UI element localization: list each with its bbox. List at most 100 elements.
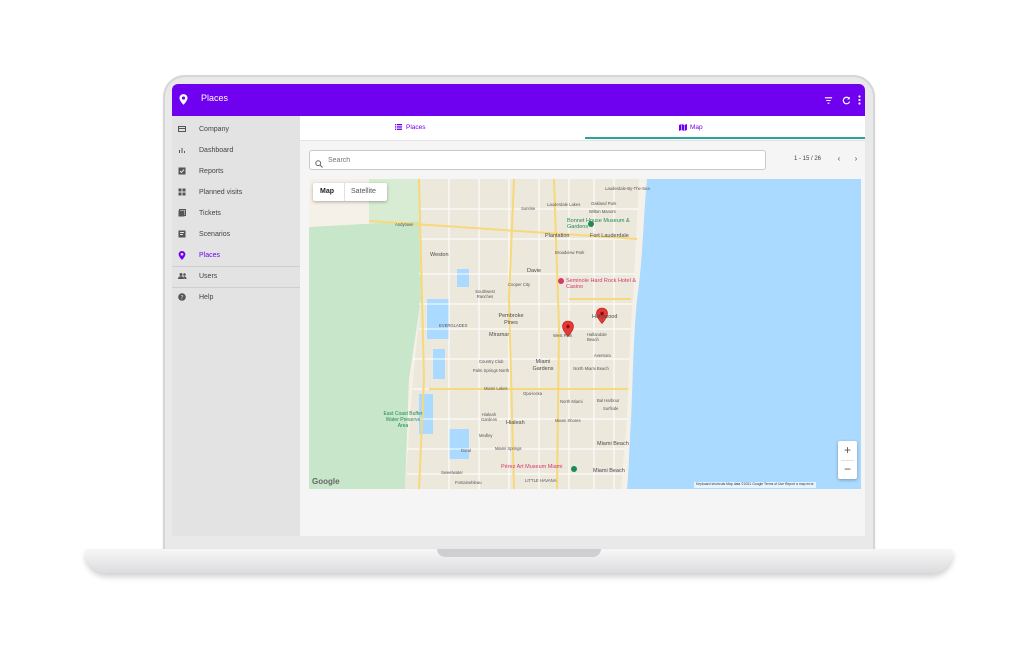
- sidebar-item-label: Company: [199, 126, 229, 133]
- pagination-range: 1 - 15 / 26: [794, 156, 822, 162]
- map-type-control: Map Satellite: [313, 183, 387, 201]
- map-label: Southwest Ranches: [475, 289, 495, 299]
- map-label: Bal Harbour: [597, 398, 620, 403]
- sidebar-item-planned-visits[interactable]: Planned visits: [172, 182, 300, 203]
- map-label: Miramar: [489, 332, 510, 338]
- refresh-icon[interactable]: [842, 92, 851, 110]
- zoom-in-button[interactable]: +: [838, 441, 857, 460]
- sidebar-item-reports[interactable]: Reports: [172, 161, 300, 182]
- sidebar-item-label: Tickets: [199, 210, 221, 217]
- main-content: Places Map 1 - 15 / 26 ‹ ›: [300, 116, 865, 536]
- tab-bar: Places Map: [300, 116, 865, 141]
- map-view[interactable]: Lauderdale-By-The-Sea Oakland Park Sunri…: [309, 179, 861, 489]
- map-type-map-button[interactable]: Map: [320, 188, 334, 195]
- app-screen: Places Company Dashboard Reports Planned…: [172, 84, 865, 536]
- tab-places[interactable]: Places: [300, 116, 582, 140]
- map-label: LITTLE HAVANA: [525, 478, 557, 483]
- sidebar-item-label: Users: [199, 273, 218, 280]
- poi-seminole: [558, 278, 564, 284]
- users-icon: [178, 272, 187, 280]
- checkbox-icon: [178, 167, 186, 175]
- map-label: Sweetwater: [441, 470, 463, 475]
- map-label: EVERGLADES: [439, 323, 468, 328]
- map-attribution[interactable]: Keyboard shortcuts Map data ©2021 Google…: [694, 482, 816, 488]
- map-type-satellite-button[interactable]: Satellite: [351, 188, 376, 195]
- map-label: Lauderdale-By-The-Sea: [605, 186, 650, 191]
- map-label: Miami Springs: [495, 446, 522, 451]
- laptop-notch: [437, 549, 601, 557]
- chevron-left-icon[interactable]: ‹: [834, 154, 844, 164]
- map-label: North Miami Beach: [573, 366, 609, 371]
- map-label: Country Club: [479, 359, 504, 364]
- map-label: Palm Springs North: [472, 368, 510, 373]
- location-pin-icon: [179, 92, 188, 110]
- map-label: Medley: [479, 433, 493, 438]
- svg-text:?: ?: [180, 294, 183, 301]
- search-box[interactable]: [309, 150, 766, 170]
- poi-perez: [571, 466, 577, 472]
- map-label: Miami Lakes: [484, 386, 508, 391]
- map-label: East Coast Buffer Water Preserve Area: [383, 411, 423, 429]
- tab-label: Places: [406, 124, 426, 131]
- map-label: Surfside: [603, 406, 619, 411]
- sidebar-item-tickets[interactable]: Tickets: [172, 203, 300, 224]
- map-label: Doral: [461, 448, 472, 453]
- sidebar-item-places[interactable]: Places: [172, 245, 300, 266]
- list-icon: [395, 124, 402, 132]
- map-label: Fort Lauderdale: [590, 233, 629, 239]
- map-label: West Park: [553, 333, 573, 338]
- map-type-divider: [344, 183, 345, 201]
- map-icon: [679, 124, 687, 133]
- sidebar-item-label: Reports: [199, 168, 224, 175]
- sidebar-item-label: Dashboard: [199, 147, 234, 154]
- search-input[interactable]: [326, 153, 750, 168]
- more-vert-icon[interactable]: [858, 92, 861, 110]
- map-label: Sunrise: [521, 206, 536, 211]
- map-label: Lauderdale Lakes: [547, 202, 581, 207]
- map-label: Oakland Park: [591, 201, 617, 206]
- grid-icon: [178, 188, 186, 196]
- map-label: Hialeah Gardens: [480, 412, 498, 422]
- chevron-right-icon[interactable]: ›: [851, 154, 861, 164]
- sidebar-item-help[interactable]: ? Help: [172, 287, 300, 308]
- map-label: Cooper City: [508, 282, 531, 287]
- map-label: North Miami: [560, 399, 583, 404]
- zoom-control: + −: [838, 441, 857, 479]
- page-title: Places: [201, 93, 229, 103]
- map-label: Bonnet House Museum & Gardens: [567, 218, 630, 230]
- scenario-icon: [178, 230, 186, 238]
- sidebar: Company Dashboard Reports Planned visits…: [172, 116, 300, 536]
- help-icon: ?: [178, 293, 186, 301]
- map-label: Miami Beach: [593, 468, 625, 474]
- sidebar-item-label: Places: [199, 252, 221, 259]
- map-label: Opa-locka: [523, 391, 543, 396]
- map-label: Andytown: [395, 222, 414, 227]
- sidebar-item-dashboard[interactable]: Dashboard: [172, 140, 300, 161]
- map-label: Fontainebleau: [455, 480, 482, 485]
- google-logo: Google: [312, 477, 340, 486]
- app-bar: Places: [172, 84, 865, 116]
- map-label: Pembroke Pines: [498, 313, 524, 326]
- map-label: Plantation: [545, 233, 570, 239]
- filter-icon[interactable]: [824, 92, 833, 110]
- map-label: Broadview Park: [555, 250, 585, 255]
- sidebar-item-users[interactable]: Users: [172, 266, 300, 287]
- map-label: Hollywood: [592, 314, 618, 320]
- search-icon: [315, 155, 323, 173]
- chart-icon: [178, 146, 186, 154]
- sidebar-item-label: Planned visits: [199, 189, 243, 196]
- map-label: Hialeah: [506, 420, 525, 426]
- sidebar-item-label: Scenarios: [199, 231, 231, 238]
- active-tab-indicator: [585, 137, 865, 139]
- map-label: Wilton Manors: [589, 209, 616, 214]
- map-label: Seminole Hard Rock Hotel & Casino: [566, 278, 637, 290]
- card-icon: [178, 125, 186, 133]
- map-label: Miami Beach: [597, 441, 629, 447]
- pin-icon: [178, 251, 186, 260]
- sidebar-item-scenarios[interactable]: Scenarios: [172, 224, 300, 245]
- tab-label: Map: [690, 124, 703, 131]
- map-label: Aventura: [594, 353, 611, 358]
- sidebar-item-company[interactable]: Company: [172, 119, 300, 140]
- map-label: Hallandale Beach: [587, 332, 607, 342]
- zoom-out-button[interactable]: −: [838, 460, 857, 479]
